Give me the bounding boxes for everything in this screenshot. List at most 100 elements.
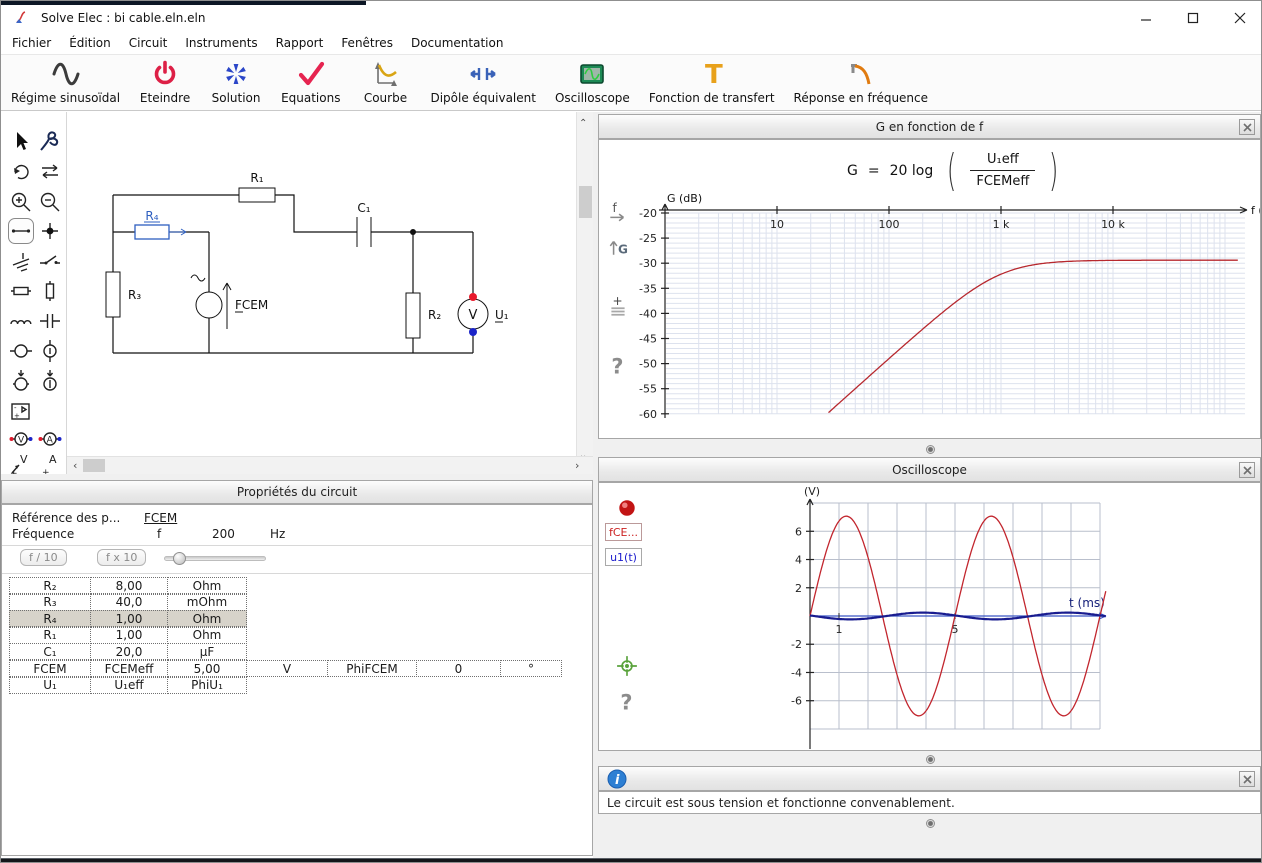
- component-source-fcem[interactable]: FCEM: [190, 274, 268, 329]
- table-row[interactable]: U₁ U₁eff PhiU₁: [9, 676, 247, 694]
- freq-multiply-button[interactable]: f x 10: [97, 549, 147, 566]
- component-r2[interactable]: R₂: [405, 292, 441, 339]
- table-cell[interactable]: U₁: [9, 676, 91, 694]
- close-info-panel-button[interactable]: [1239, 771, 1255, 787]
- menu-dition[interactable]: Édition: [60, 33, 120, 53]
- palette-rotate-tool[interactable]: [8, 158, 34, 184]
- palette-swap-arrows-tool[interactable]: [37, 158, 63, 184]
- table-cell[interactable]: mOhm: [167, 593, 247, 611]
- palette-source-h-tool[interactable]: [8, 338, 34, 364]
- circuit-canvas[interactable]: R₁ R₄ R₃ C₁ FCEM R₂ V U₁: [67, 112, 576, 456]
- splitter-knob[interactable]: [926, 445, 935, 454]
- component-r4-selected[interactable]: R₄: [134, 209, 187, 240]
- palette-resistor-h-tool[interactable]: [8, 278, 34, 304]
- toolbar-transfer-t-button[interactable]: T Fonction de transfert: [649, 59, 775, 105]
- table-row[interactable]: R₁ 1,00 Ohm: [9, 626, 247, 644]
- table-cell[interactable]: Ohm: [167, 577, 247, 594]
- palette-select-arrow-tool[interactable]: [8, 128, 34, 154]
- splitter-knob[interactable]: [926, 755, 935, 764]
- menu-instruments[interactable]: Instruments: [176, 33, 266, 53]
- circuit-vertical-scrollbar[interactable]: ⌃ ⌄: [576, 112, 593, 469]
- table-cell[interactable]: R₃: [9, 593, 91, 611]
- table-row[interactable]: R₂ 8,00 Ohm: [9, 577, 247, 594]
- palette-switch-tool[interactable]: [37, 248, 63, 274]
- toolbar-power-button[interactable]: Eteindre: [139, 59, 191, 105]
- toolbar-oscilloscope-screen-button[interactable]: Oscilloscope: [555, 59, 630, 105]
- scroll-left-icon[interactable]: ‹: [73, 459, 77, 472]
- close-oscilloscope-button[interactable]: [1239, 462, 1255, 478]
- component-c1[interactable]: C₁: [356, 201, 372, 247]
- menu-fentres[interactable]: Fenêtres: [332, 33, 402, 53]
- frequency-slider-handle[interactable]: [173, 552, 186, 565]
- palette-ground-tool[interactable]: [8, 248, 34, 274]
- table-cell[interactable]: 0: [416, 660, 501, 677]
- horizontal-scroll-thumb[interactable]: [83, 459, 105, 472]
- table-cell[interactable]: Ohm: [167, 626, 247, 644]
- scroll-right-icon[interactable]: ›: [575, 459, 579, 472]
- circuit-horizontal-scrollbar[interactable]: ‹ ›: [67, 456, 593, 474]
- toolbar-sine-wave-button[interactable]: Régime sinusoïdal: [11, 59, 120, 105]
- menu-fichier[interactable]: Fichier: [3, 33, 60, 53]
- table-cell[interactable]: 40,0: [90, 593, 168, 611]
- palette-zoom-in-tool[interactable]: [8, 189, 34, 215]
- toolbar-dipole-button[interactable]: Dipôle équivalent: [430, 59, 536, 105]
- table-cell[interactable]: µF: [167, 643, 247, 661]
- table-row[interactable]: R₄ 1,00 Ohm: [9, 610, 247, 628]
- table-cell[interactable]: R₁: [9, 626, 91, 644]
- menu-rapport[interactable]: Rapport: [267, 33, 333, 53]
- minimize-button[interactable]: [1122, 5, 1169, 31]
- scroll-up-icon[interactable]: ⌃: [579, 118, 587, 129]
- table-row[interactable]: R₃ 40,0 mOhm: [9, 593, 247, 611]
- palette-wire-segment-tool[interactable]: [8, 218, 34, 244]
- palette-voltmeter-tool-tool[interactable]: V: [8, 426, 34, 452]
- table-cell[interactable]: PhiU₁: [167, 676, 247, 694]
- frequency-slider[interactable]: [164, 552, 266, 565]
- vertical-scroll-thumb[interactable]: [579, 186, 592, 218]
- palette-capacitor-tool[interactable]: [37, 308, 63, 334]
- palette-source-v-tool[interactable]: [37, 338, 63, 364]
- close-bode-panel-button[interactable]: [1239, 119, 1255, 135]
- table-cell[interactable]: Ohm: [167, 610, 247, 628]
- frequency-value[interactable]: 200: [212, 527, 235, 541]
- table-cell[interactable]: C₁: [9, 643, 91, 661]
- table-cell[interactable]: 8,00: [90, 577, 168, 594]
- palette-current-source-v-tool[interactable]: [37, 368, 63, 394]
- table-row[interactable]: C₁ 20,0 µF: [9, 643, 247, 661]
- table-cell[interactable]: 20,0: [90, 643, 168, 661]
- palette-opamp-block-tool[interactable]: - +: [8, 398, 34, 424]
- table-cell[interactable]: FCEM: [9, 660, 91, 677]
- table-cell[interactable]: 1,00: [90, 626, 168, 644]
- palette-ammeter-tool-tool[interactable]: A: [37, 426, 63, 452]
- table-cell[interactable]: 5,00: [167, 660, 247, 677]
- menu-circuit[interactable]: Circuit: [120, 33, 177, 53]
- reference-value[interactable]: FCEM: [144, 511, 177, 525]
- table-row[interactable]: FCEM FCEMeff 5,00 V PhiFCEM 0 °: [9, 660, 562, 677]
- splitter-knob[interactable]: [926, 819, 935, 828]
- toolbar-asterisk-button[interactable]: Solution: [210, 59, 262, 105]
- table-cell[interactable]: R₂: [9, 577, 91, 594]
- table-cell[interactable]: FCEMeff: [90, 660, 168, 677]
- table-cell[interactable]: PhiFCEM: [327, 660, 417, 677]
- table-cell[interactable]: U₁eff: [90, 676, 168, 694]
- toolbar-checkmark-button[interactable]: Equations: [281, 59, 340, 105]
- palette-zoom-out-tool[interactable]: [37, 189, 63, 215]
- menu-documentation[interactable]: Documentation: [402, 33, 513, 53]
- palette-resistor-v-tool[interactable]: [37, 278, 63, 304]
- component-voltmeter-u1[interactable]: V U₁: [457, 293, 509, 336]
- palette-node-dot-tool[interactable]: [37, 218, 63, 244]
- maximize-button[interactable]: [1169, 5, 1216, 31]
- toolbar-freq-response-button[interactable]: Réponse en fréquence: [794, 59, 928, 105]
- close-button[interactable]: [1216, 5, 1261, 31]
- table-cell[interactable]: 1,00: [90, 610, 168, 628]
- table-cell[interactable]: V: [246, 660, 328, 677]
- palette-wire-cutter-tool[interactable]: [37, 128, 63, 154]
- palette-current-source-h-tool[interactable]: [8, 368, 34, 394]
- table-cell[interactable]: R₄: [9, 610, 91, 628]
- freq-divide-button[interactable]: f / 10: [20, 549, 67, 566]
- toolbar-curve-axes-button[interactable]: Courbe: [359, 59, 411, 105]
- table-cell[interactable]: °: [500, 660, 562, 677]
- swap-arrows-icon: [42, 164, 58, 179]
- component-r3[interactable]: R₃: [105, 271, 141, 318]
- palette-inductor-tool[interactable]: [8, 308, 34, 334]
- component-r1[interactable]: R₁: [238, 171, 276, 203]
